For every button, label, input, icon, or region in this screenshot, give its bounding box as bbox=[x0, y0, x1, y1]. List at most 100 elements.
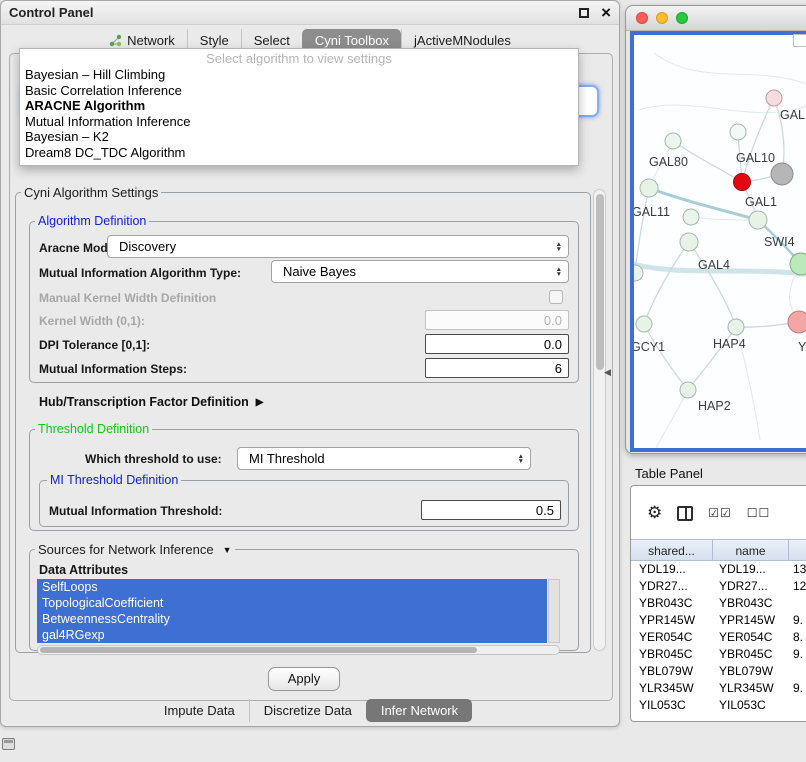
column-header-name[interactable]: name bbox=[713, 539, 789, 561]
table-row[interactable]: YBR045C YBR045C 9. bbox=[631, 646, 806, 663]
kernel-width-label: Kernel Width (0,1): bbox=[39, 314, 145, 328]
cell-name: YBR043C bbox=[713, 595, 789, 612]
popup-item-aracne[interactable]: ARACNE Algorithm bbox=[20, 98, 578, 114]
popup-item-basic-correlation[interactable]: Basic Correlation Inference bbox=[20, 83, 578, 99]
popup-item-dream8[interactable]: Dream8 DC_TDC Algorithm bbox=[20, 145, 578, 161]
mi-threshold-field[interactable]: 0.5 bbox=[421, 500, 561, 520]
mi-steps-label: Mutual Information Steps: bbox=[39, 362, 187, 376]
deselect-all-rows-icon[interactable]: ☐☐ bbox=[747, 506, 771, 520]
sources-group-toggle[interactable]: Sources for Network Inference ▼ bbox=[35, 542, 235, 557]
which-threshold-combo[interactable]: MI Threshold ▲ ▼ bbox=[237, 447, 531, 470]
attribute-item-betweennesscentrality[interactable]: BetweennessCentrality bbox=[37, 611, 547, 627]
node-unlabeled[interactable] bbox=[730, 124, 746, 140]
aracne-mode-combo[interactable]: Discovery ▲ ▼ bbox=[107, 235, 569, 258]
node-label: Y bbox=[798, 340, 806, 354]
tab-label: jActiveMNodules bbox=[414, 33, 511, 48]
node-hap2[interactable] bbox=[680, 382, 696, 398]
node-gal10[interactable] bbox=[734, 174, 751, 191]
table-header-row: shared... name bbox=[631, 539, 806, 561]
table-row[interactable]: YER054C YER054C 8. bbox=[631, 629, 806, 646]
table-row[interactable]: YLR345W YLR345W 9. bbox=[631, 680, 806, 697]
cell-name: YER054C bbox=[713, 629, 789, 646]
combo-down-icon: ▼ bbox=[556, 272, 562, 277]
scrollbar-thumb[interactable] bbox=[596, 194, 604, 370]
table-rows: YDL19... YDL19... 13 YDR27... YDR27... 1… bbox=[631, 561, 806, 721]
node-label: GAL11 bbox=[634, 205, 670, 219]
close-traffic-light-icon[interactable] bbox=[636, 12, 648, 24]
popup-item-bayesian-k2[interactable]: Bayesian – K2 bbox=[20, 129, 578, 145]
hub-definition-toggle[interactable]: Hub/Transcription Factor Definition ▶ bbox=[39, 395, 263, 409]
column-header-shared-name[interactable]: shared... bbox=[631, 539, 713, 561]
combo-down-icon: ▼ bbox=[518, 459, 524, 464]
node-hap4[interactable] bbox=[728, 319, 744, 335]
sources-group-title: Sources for Network Inference bbox=[38, 542, 214, 557]
cell-shared-name: YBR045C bbox=[631, 646, 713, 663]
node-gcy1[interactable] bbox=[636, 316, 652, 332]
dpi-tolerance-field[interactable]: 0.0 bbox=[425, 334, 569, 354]
apply-button[interactable]: Apply bbox=[268, 667, 340, 691]
tab-impute-data[interactable]: Impute Data bbox=[150, 699, 249, 722]
cell-value bbox=[789, 697, 806, 714]
close-panel-icon[interactable]: × bbox=[601, 6, 611, 20]
node-gal80[interactable] bbox=[665, 133, 681, 149]
node-pink-partial[interactable] bbox=[788, 311, 806, 333]
table-row[interactable]: YDL19... YDL19... 13 bbox=[631, 561, 806, 578]
attribute-item-selfloops[interactable]: SelfLoops bbox=[37, 579, 547, 595]
attribute-list-horizontal-scrollbar[interactable] bbox=[37, 645, 560, 655]
cell-name: YLR345W bbox=[713, 680, 789, 697]
algorithm-dropdown-popup: Select algorithm to view settings Bayesi… bbox=[19, 48, 579, 166]
node-label: GAL10 bbox=[736, 151, 775, 165]
node-gal11[interactable] bbox=[640, 179, 658, 197]
network-canvas[interactable]: GAL GAL80 GAL10 GAL11 GAL1 SWI4 GAL4 GCY… bbox=[630, 31, 806, 452]
float-panel-icon[interactable] bbox=[579, 8, 589, 18]
cell-value: 12 bbox=[789, 578, 806, 595]
popup-item-bayesian-hill-climbing[interactable]: Bayesian – Hill Climbing bbox=[20, 67, 578, 83]
cell-name: YIL053C bbox=[713, 697, 789, 714]
network-window-titlebar[interactable] bbox=[626, 6, 806, 31]
manual-kernel-checkbox[interactable] bbox=[549, 290, 563, 304]
column-header-partial[interactable] bbox=[789, 539, 806, 561]
cell-shared-name: YPR145W bbox=[631, 612, 713, 629]
select-all-rows-icon[interactable]: ☑☑ bbox=[708, 506, 732, 520]
node-gal4[interactable] bbox=[680, 233, 698, 251]
mi-steps-field[interactable]: 6 bbox=[425, 358, 569, 378]
columns-icon[interactable] bbox=[677, 506, 693, 521]
node-gray[interactable] bbox=[771, 163, 793, 185]
combo-arrows-icon: ▲ ▼ bbox=[518, 454, 524, 464]
scrollbar-thumb[interactable] bbox=[40, 647, 477, 653]
gear-icon[interactable]: ⚙ bbox=[647, 504, 662, 522]
node-unlabeled[interactable] bbox=[683, 209, 699, 225]
table-row[interactable]: YBR043C YBR043C bbox=[631, 595, 806, 612]
tab-infer-network[interactable]: Infer Network bbox=[366, 699, 472, 722]
table-row[interactable]: YPR145W YPR145W 9. bbox=[631, 612, 806, 629]
minimize-traffic-light-icon[interactable] bbox=[656, 12, 668, 24]
tab-discretize-data[interactable]: Discretize Data bbox=[249, 699, 366, 722]
settings-group-title: Cyni Algorithm Settings bbox=[21, 185, 161, 200]
zoom-traffic-light-icon[interactable] bbox=[676, 12, 688, 24]
node-gal1[interactable] bbox=[749, 211, 767, 229]
cell-name: YPR145W bbox=[713, 612, 789, 629]
mi-type-value: Naive Bayes bbox=[283, 264, 356, 279]
node-gal-partial[interactable] bbox=[766, 90, 782, 106]
cell-name: YDR27... bbox=[713, 578, 789, 595]
attribute-list-vertical-scrollbar[interactable] bbox=[548, 579, 560, 643]
table-panel: ⚙ ☑☑ ☐☐ shared... name YDL19... YDL19...… bbox=[630, 485, 806, 722]
table-row[interactable]: YDR27... YDR27... 12 bbox=[631, 578, 806, 595]
cell-value: 9. bbox=[789, 646, 806, 663]
attribute-item-gal4rgexp[interactable]: gal4RGexp bbox=[37, 627, 547, 643]
docked-panel-icon[interactable] bbox=[2, 738, 15, 750]
control-panel-titlebar[interactable]: Control Panel × bbox=[1, 1, 619, 25]
attribute-item-topologicalcoefficient[interactable]: TopologicalCoefficient bbox=[37, 595, 547, 611]
node-label: HAP4 bbox=[713, 337, 746, 351]
mi-type-combo[interactable]: Naive Bayes ▲ ▼ bbox=[271, 260, 569, 283]
popup-item-mutual-information[interactable]: Mutual Information Inference bbox=[20, 114, 578, 130]
table-row[interactable]: YIL053C YIL053C bbox=[631, 697, 806, 714]
cell-shared-name: YER054C bbox=[631, 629, 713, 646]
expanded-arrow-icon: ▼ bbox=[223, 545, 232, 555]
panel-collapse-handle[interactable]: ◀ bbox=[604, 367, 611, 378]
table-row[interactable]: YBL079W YBL079W bbox=[631, 663, 806, 680]
manual-kernel-label: Manual Kernel Width Definition bbox=[39, 291, 216, 305]
kernel-width-field[interactable]: 0.0 bbox=[425, 310, 569, 330]
settings-vertical-scrollbar[interactable] bbox=[593, 189, 606, 651]
cell-value: 13 bbox=[789, 561, 806, 578]
